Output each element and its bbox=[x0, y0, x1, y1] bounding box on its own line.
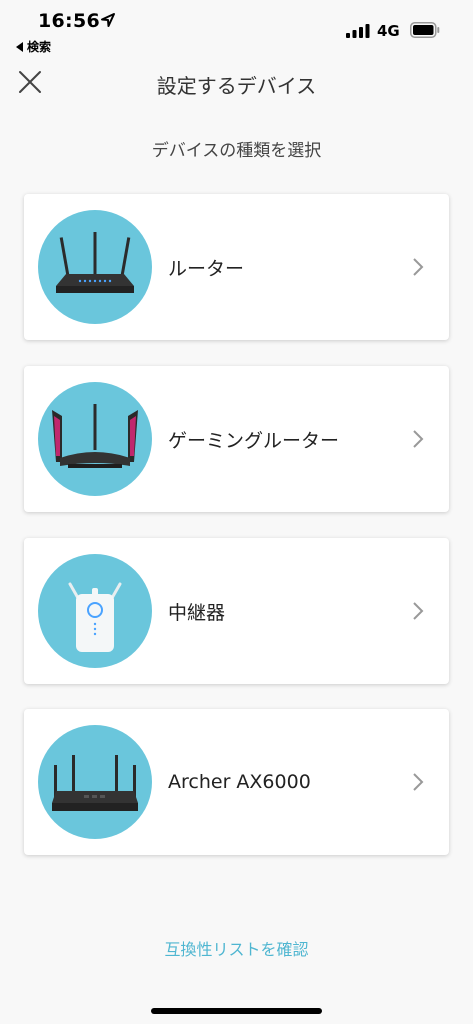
page-title: 設定するデバイス bbox=[156, 74, 317, 98]
device-label-gaming-router: ゲーミングルーター bbox=[168, 429, 340, 452]
status-bar: 16:56 検索 4G bbox=[0, 0, 473, 58]
device-card-range-extender[interactable]: 中継器 bbox=[24, 538, 449, 684]
chevron-right-icon bbox=[413, 430, 424, 448]
network-type: 4G bbox=[377, 22, 400, 40]
device-label-router: ルーター bbox=[168, 257, 245, 280]
device-card-gaming-router[interactable]: ゲーミングルーター bbox=[24, 366, 449, 512]
location-arrow-icon bbox=[101, 13, 115, 27]
device-label-archer-ax6000: Archer AX6000 bbox=[168, 771, 311, 793]
back-app-label: 検索 bbox=[27, 40, 52, 54]
gaming-router-icon bbox=[38, 382, 152, 496]
home-indicator[interactable] bbox=[151, 1008, 322, 1014]
device-card-archer-ax6000[interactable]: Archer AX6000 bbox=[24, 709, 449, 855]
status-time: 16:56 bbox=[38, 10, 100, 32]
battery-icon bbox=[410, 22, 440, 38]
range-extender-icon bbox=[38, 554, 152, 668]
router-icon bbox=[38, 210, 152, 324]
archer-ax6000-icon bbox=[38, 725, 152, 839]
back-to-app-button[interactable]: 検索 bbox=[16, 38, 51, 55]
subtitle: デバイスの種類を選択 bbox=[151, 141, 322, 161]
cellular-signal-icon bbox=[346, 24, 370, 38]
compatibility-list-link[interactable]: 互換性リストを確認 bbox=[0, 936, 473, 960]
device-card-router[interactable]: ルーター bbox=[24, 194, 449, 340]
chevron-right-icon bbox=[413, 258, 424, 276]
chevron-right-icon bbox=[413, 773, 424, 791]
device-label-range-extender: 中継器 bbox=[168, 601, 226, 624]
back-triangle-icon bbox=[16, 41, 23, 52]
chevron-right-icon bbox=[413, 602, 424, 620]
